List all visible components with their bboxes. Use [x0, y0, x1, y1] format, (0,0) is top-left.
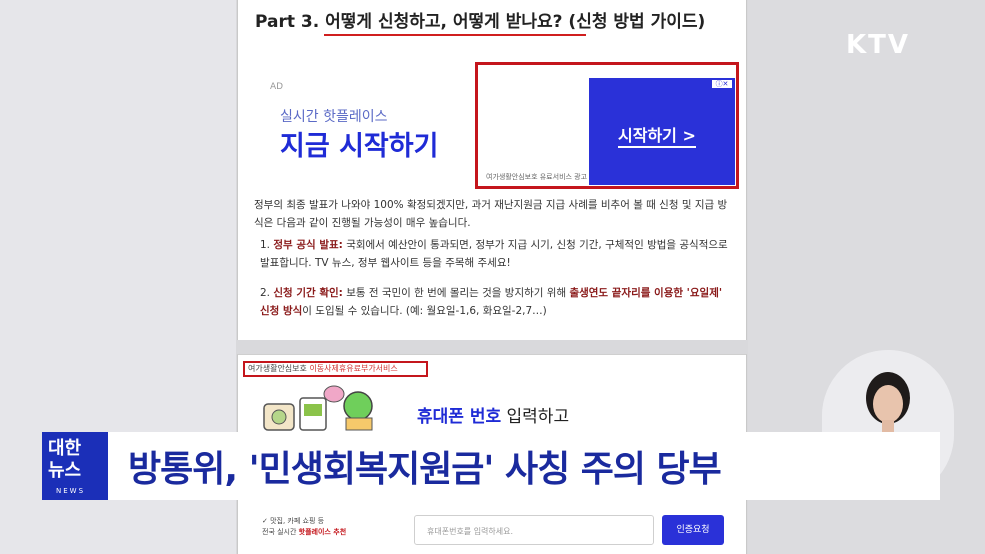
news-logo: 대한 뉴스	[48, 438, 81, 482]
benefit-highlight: 핫플레이스 추천	[298, 528, 347, 536]
ad-service-tag: 여가생활안심보호 이동사제휴유료부가서비스	[248, 363, 398, 374]
title-underline	[324, 34, 586, 36]
phone-input[interactable]: 휴대폰번호를 입력하세요.	[414, 515, 654, 545]
ad-label: AD	[270, 82, 284, 92]
list-item: 2. 신청 기간 확인: 보통 전 국민이 한 번에 몰리는 것을 방지하기 위…	[260, 284, 730, 320]
channel-logo: KTV	[846, 30, 911, 60]
news-logo-line2: 뉴스	[48, 460, 82, 481]
news-headline: 방통위, '민생회복지원금' 사칭 주의 당부	[128, 449, 722, 490]
section-title: Part 3. 어떻게 신청하고, 어떻게 받나요? (신청 방법 가이드)	[255, 12, 706, 32]
ad-start-button[interactable]: 시작하기 >	[618, 122, 696, 148]
list-number: 2.	[260, 287, 271, 299]
phone-prompt: 휴대폰 번호 입력하고	[417, 402, 569, 427]
verify-button[interactable]: 인증요청	[662, 515, 724, 545]
ad-subtitle: 실시간 핫플레이스	[280, 109, 388, 125]
news-logo-sub: NEWS	[56, 487, 86, 495]
list-number: 1.	[260, 239, 271, 251]
ad-headline[interactable]: 지금 시작하기	[280, 124, 438, 163]
list-item-title: 정부 공식 발표:	[273, 239, 343, 251]
ad-close-icon[interactable]: ⓘ✕	[711, 79, 733, 89]
list-item-text: 보통 전 국민이 한 번에 몰리는 것을 방지하기 위해	[346, 287, 567, 299]
tag-red-text: 이동사제휴유료부가서비스	[309, 364, 398, 373]
ad-illustration-icon	[263, 385, 373, 431]
tag-black-text: 여가생활안심보호	[248, 364, 307, 373]
list-item-text-after: 이 도입될 수 있습니다. (예: 월요일-1,6, 화요일-2,7…)	[302, 305, 547, 317]
phone-prompt-rest: 입력하고	[501, 407, 570, 427]
list-item: 1. 정부 공식 발표: 국회에서 예산안이 통과되면, 정부가 지급 시기, …	[260, 236, 730, 272]
ad-footer-text: 여가생활안심보호 유료서비스 광고	[486, 173, 588, 181]
benefit-line: ✓ 맛집, 카페 쇼핑 등	[262, 517, 325, 525]
intro-paragraph: 정부의 최종 발표가 나와야 100% 확정되겠지만, 과거 재난지원금 지급 …	[254, 199, 728, 229]
list-item-title: 신청 기간 확인:	[273, 287, 343, 299]
benefit-prefix: 전국 실시간	[262, 528, 299, 536]
benefit-list: ✓ 맛집, 카페 쇼핑 등 전국 실시간 핫플레이스 추천	[262, 516, 346, 538]
benefit-line: 전국 실시간 핫플레이스 추천	[262, 527, 346, 538]
news-logo-line1: 대한	[48, 438, 82, 459]
article-card: Part 3. 어떻게 신청하고, 어떻게 받나요? (신청 방법 가이드) A…	[237, 0, 747, 340]
phone-prompt-bold: 휴대폰 번호	[417, 407, 502, 427]
